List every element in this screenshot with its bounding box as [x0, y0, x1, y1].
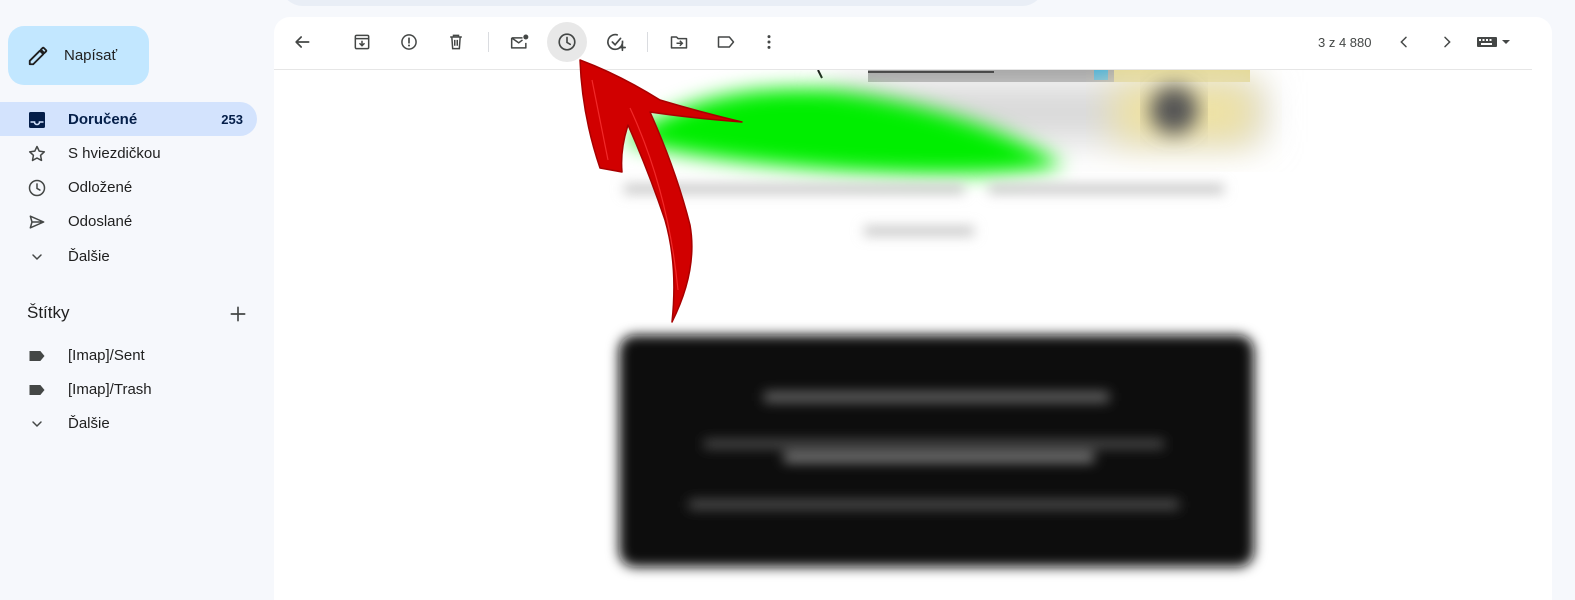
message-body	[274, 70, 1532, 600]
mark-unread-icon[interactable]	[500, 22, 540, 62]
report-spam-icon[interactable]	[389, 22, 429, 62]
labels-more-label: Ďalšie	[68, 415, 110, 432]
label-item-imap-sent[interactable]: [Imap]/Sent	[0, 338, 257, 372]
label-icon	[27, 346, 47, 366]
archive-icon[interactable]	[342, 22, 382, 62]
toolbar-divider	[488, 32, 489, 52]
unread-count: 253	[221, 112, 243, 127]
blurred-text	[624, 184, 1224, 236]
chevron-down-icon	[27, 414, 47, 434]
label-icon	[27, 380, 47, 400]
blurred-dark-block	[619, 335, 1254, 567]
inbox-icon	[27, 110, 47, 130]
sidebar-item-label: Odoslané	[68, 213, 133, 230]
sidebar-item-label: Doručené	[68, 111, 138, 128]
sidebar-item-sent[interactable]: Odoslané	[0, 204, 257, 238]
delete-icon[interactable]	[436, 22, 476, 62]
pencil-icon	[27, 45, 49, 67]
search-bar[interactable]	[280, 0, 1045, 6]
star-icon	[27, 144, 47, 164]
chevron-down-icon	[27, 247, 47, 267]
chevron-left-icon[interactable]	[1384, 22, 1424, 62]
sidebar: Napísať Doručené 253 S hviezdičkou Odlož…	[0, 0, 272, 600]
compose-label: Napísať	[64, 47, 118, 64]
chevron-right-icon[interactable]	[1427, 22, 1467, 62]
add-label-icon[interactable]	[228, 304, 248, 324]
sidebar-item-starred[interactable]: S hviezdičkou	[0, 136, 257, 170]
label-item-label: [Imap]/Trash	[68, 381, 152, 398]
sidebar-item-more[interactable]: Ďalšie	[0, 239, 257, 273]
back-icon[interactable]	[282, 22, 322, 62]
label-icon[interactable]	[706, 22, 746, 62]
label-item-label: [Imap]/Sent	[68, 347, 145, 364]
send-icon	[27, 212, 47, 232]
move-to-icon[interactable]	[659, 22, 699, 62]
more-icon[interactable]	[749, 22, 789, 62]
toolbar: 3 z 4 880	[274, 17, 1532, 70]
pager-count: 3 z 4 880	[1318, 35, 1372, 50]
sidebar-item-snoozed[interactable]: Odložené	[0, 170, 257, 204]
toolbar-divider	[647, 32, 648, 52]
clock-icon	[27, 178, 47, 198]
message-pane: 3 z 4 880	[274, 17, 1552, 600]
add-task-icon[interactable]	[596, 22, 636, 62]
sidebar-item-label: Odložené	[68, 179, 133, 196]
keyboard-icon[interactable]	[1472, 22, 1516, 62]
labels-more[interactable]: Ďalšie	[0, 406, 257, 440]
sidebar-item-label: S hviezdičkou	[68, 145, 161, 162]
labels-header: Štítky	[27, 303, 70, 322]
sidebar-item-label: Ďalšie	[68, 248, 110, 265]
sidebar-item-inbox[interactable]: Doručené 253	[0, 102, 257, 136]
compose-button[interactable]: Napísať	[8, 26, 149, 85]
snooze-icon[interactable]	[547, 22, 587, 62]
label-item-imap-trash[interactable]: [Imap]/Trash	[0, 372, 257, 406]
